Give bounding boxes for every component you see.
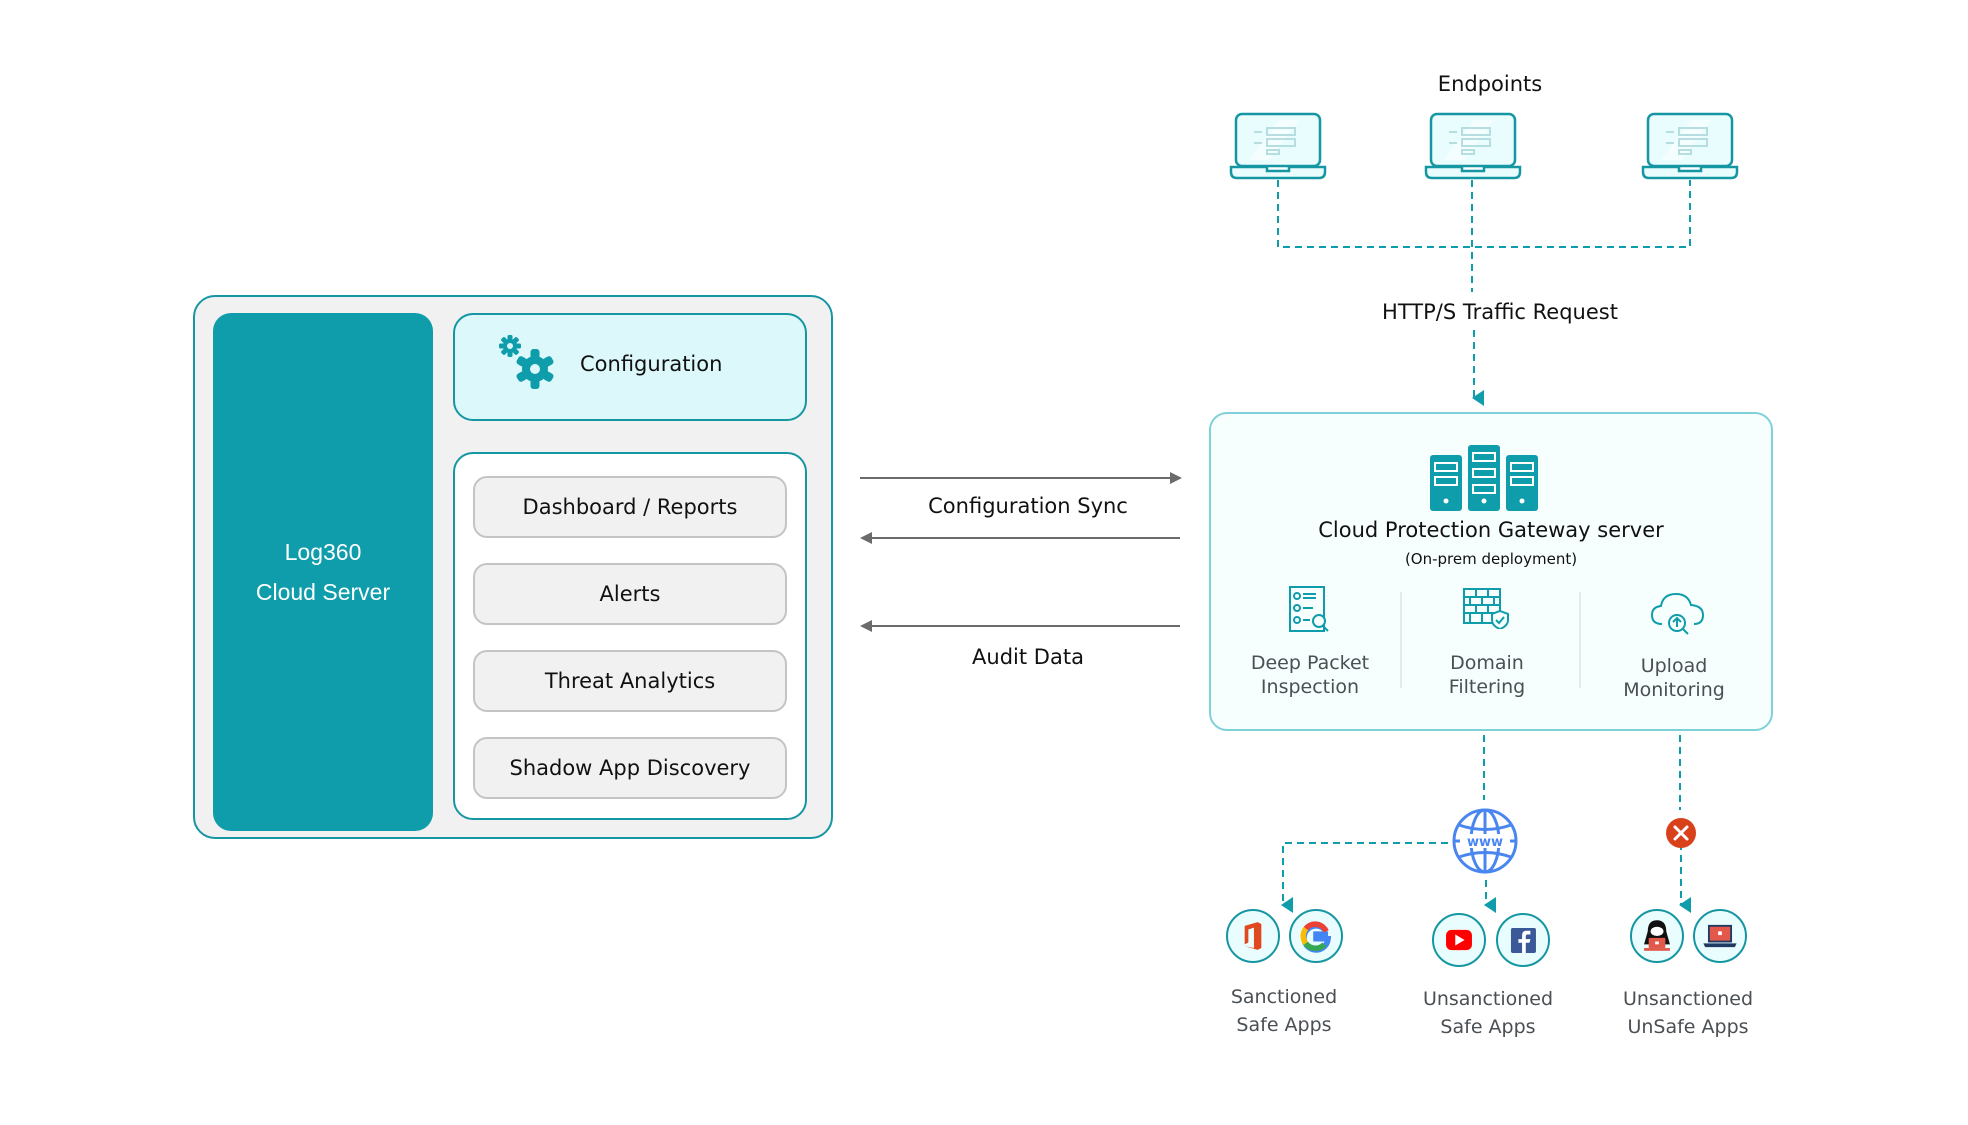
malware-laptop-app[interactable] xyxy=(1693,909,1747,963)
www-globe-icon: www xyxy=(1452,808,1518,874)
laptop-icon xyxy=(1641,112,1739,180)
svg-text:www: www xyxy=(1467,835,1503,850)
gear-icon xyxy=(499,335,554,389)
malware-laptop-icon xyxy=(1703,924,1737,948)
google-app[interactable] xyxy=(1289,909,1343,963)
sanctioned-safe-apps-label: Sanctioned Safe Apps xyxy=(1230,986,1338,1036)
log360-cloud-server-panel: Log360 Cloud Server xyxy=(213,313,433,831)
log360-subtitle: Cloud Server xyxy=(255,579,391,605)
endpoints-title: Endpoints xyxy=(1437,72,1543,96)
feature-divider xyxy=(1579,592,1581,688)
facebook-app[interactable] xyxy=(1496,913,1550,967)
facebook-icon xyxy=(1510,927,1536,953)
endpoint-connector-left xyxy=(1277,180,1691,248)
module-alerts[interactable]: Alerts xyxy=(473,563,787,625)
firewall-shield-icon xyxy=(1463,588,1509,629)
gateway-title: Cloud Protection Gateway server xyxy=(1318,518,1664,542)
server-rack-icon xyxy=(1430,445,1538,511)
laptop-icon xyxy=(1229,112,1327,180)
cloud-upload-search-icon xyxy=(1650,592,1705,635)
gateway-subtitle: (On-prem deployment) xyxy=(1404,550,1578,568)
blocked-x-icon xyxy=(1666,818,1696,848)
office-icon xyxy=(1244,922,1262,950)
http-traffic-request-label: HTTP/S Traffic Request xyxy=(1382,300,1618,324)
feature-upload-monitoring: Upload Monitoring xyxy=(1623,655,1725,701)
module-threat-analytics[interactable]: Threat Analytics xyxy=(473,650,787,712)
google-icon xyxy=(1300,921,1332,953)
youtube-app[interactable] xyxy=(1432,913,1486,967)
hacker-icon xyxy=(1644,920,1670,951)
unsanctioned-safe-apps-label: Unsanctioned Safe Apps xyxy=(1422,988,1554,1038)
configuration-label: Configuration xyxy=(580,352,723,376)
checklist-search-icon xyxy=(1289,586,1329,632)
office-app[interactable] xyxy=(1226,909,1280,963)
feature-domain-filtering: Domain Filtering xyxy=(1448,652,1526,698)
unsanctioned-unsafe-apps-label: Unsanctioned UnSafe Apps xyxy=(1622,988,1754,1038)
laptop-icon xyxy=(1424,112,1522,180)
log360-title: Log360 xyxy=(284,539,362,565)
module-dashboard-reports[interactable]: Dashboard / Reports xyxy=(473,476,787,538)
feature-deep-packet-inspection: Deep Packet Inspection xyxy=(1250,652,1370,698)
module-shadow-app-discovery[interactable]: Shadow App Discovery xyxy=(473,737,787,799)
internet-to-sanctioned-connector xyxy=(1281,842,1448,913)
hacker-app[interactable] xyxy=(1630,909,1684,963)
configuration-sync-label: Configuration Sync xyxy=(928,494,1128,518)
youtube-icon xyxy=(1446,929,1472,951)
audit-data-label: Audit Data xyxy=(972,645,1084,669)
